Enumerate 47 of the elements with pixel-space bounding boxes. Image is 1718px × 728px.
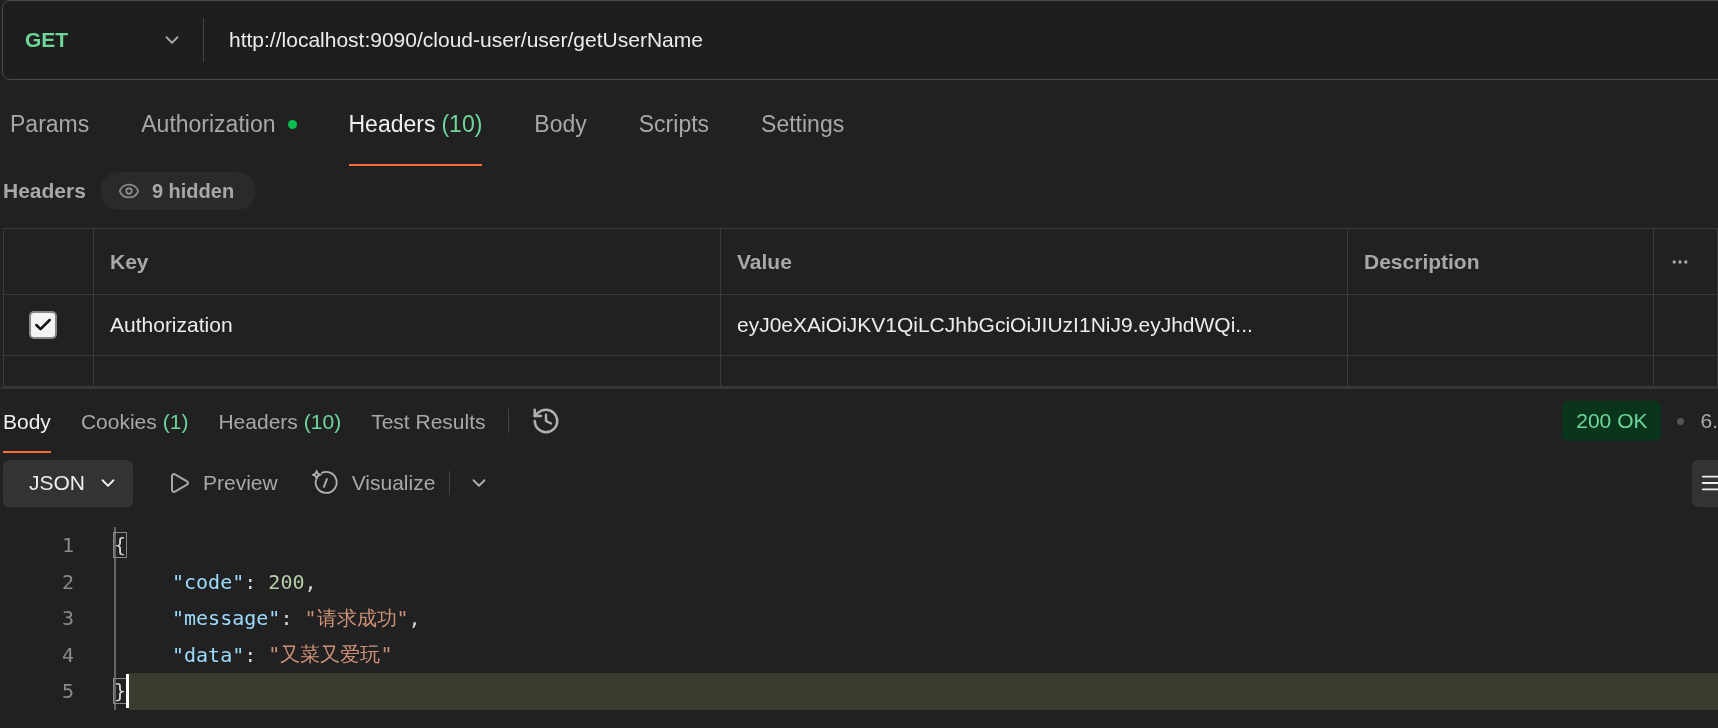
- code-token: }: [114, 679, 127, 704]
- line-number: 3: [60, 606, 74, 631]
- column-header: Description: [1348, 229, 1654, 295]
- column-header: Key: [94, 229, 721, 295]
- code-token: "code": [172, 569, 245, 594]
- table-cell: eyJ0eXAiOiJKV1QiLCJhbGciOiJIUzI1NiJ9.eyJhdWQi...: [737, 313, 1253, 337]
- method-dropdown[interactable]: GET: [3, 18, 203, 62]
- code-token: "data": [172, 642, 245, 667]
- response-tab[interactable]: Headers (10): [218, 389, 342, 453]
- line-number: 2: [60, 569, 74, 594]
- preview-button[interactable]: Preview: [167, 471, 278, 495]
- line-number: 5: [60, 679, 74, 704]
- line-number: 4: [60, 642, 74, 667]
- code-token: :: [244, 642, 258, 667]
- request-tab[interactable]: Params: [10, 80, 90, 166]
- status-badge: 200 OK: [1562, 401, 1662, 441]
- separator-dot: [1677, 417, 1685, 425]
- hidden-headers-toggle[interactable]: 9 hidden: [99, 172, 257, 210]
- code-token: "message": [172, 606, 281, 631]
- response-tab[interactable]: Cookies (1): [80, 389, 189, 453]
- code-token: ,: [408, 606, 421, 631]
- code-token: :: [280, 606, 294, 631]
- checkbox[interactable]: [29, 311, 57, 339]
- sparkle-circle-icon: [311, 469, 340, 497]
- request-tab[interactable]: Authorization: [141, 80, 297, 166]
- format-dropdown[interactable]: JSON: [3, 459, 133, 507]
- request-bar[interactable]: GET http://localhost:9090/cloud-user/user/getUserName: [2, 0, 1718, 80]
- response-tab[interactable]: Test Results: [371, 389, 486, 453]
- code-token: 200: [268, 569, 305, 594]
- response-time: 6.: [1700, 409, 1718, 433]
- request-tab[interactable]: Headers (10): [348, 80, 483, 166]
- request-tab[interactable]: Body: [534, 80, 587, 166]
- text-cursor: [126, 674, 130, 709]
- response-tab[interactable]: Body: [3, 389, 51, 453]
- request-tab[interactable]: Settings: [761, 80, 845, 166]
- request-tab[interactable]: Scripts: [638, 80, 710, 166]
- line-number: 1: [60, 533, 74, 558]
- visualize-button[interactable]: Visualize: [311, 469, 436, 497]
- code-token: "请求成功": [304, 604, 409, 632]
- code-token: ,: [304, 569, 317, 594]
- code-token: "又菜又爱玩": [268, 641, 393, 669]
- section-title: Headers: [3, 179, 86, 203]
- url-field[interactable]: http://localhost:9090/cloud-user/user/getUserName: [229, 28, 1718, 52]
- code-token: {: [114, 533, 127, 558]
- code-token: :: [244, 569, 258, 594]
- column-header: Value: [721, 229, 1348, 295]
- table-cell: Authorization: [110, 313, 233, 337]
